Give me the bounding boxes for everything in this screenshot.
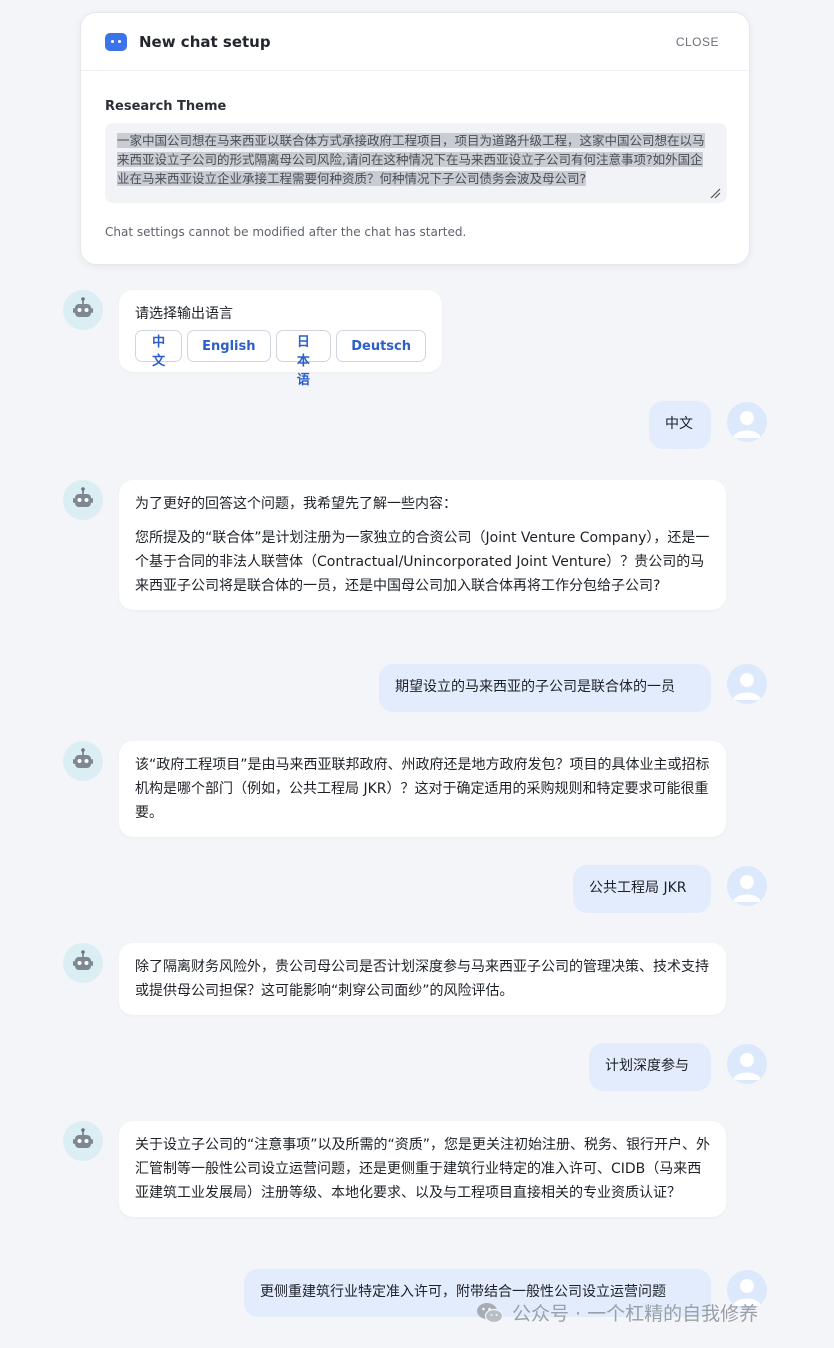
user-avatar: [727, 664, 767, 704]
language-option-english[interactable]: English: [187, 330, 271, 362]
user-message: 公共工程局 JKR: [573, 865, 711, 913]
wechat-icon: [477, 1302, 504, 1323]
setup-title-group: New chat setup: [105, 32, 271, 51]
bot-logo-icon: [105, 32, 127, 51]
bot-avatar: [63, 1121, 103, 1161]
user-avatar: [727, 1044, 767, 1084]
bot-message-qualifications: 关于设立子公司的“注意事项”以及所需的“资质”，您是更关注初始注册、税务、银行开…: [119, 1121, 726, 1217]
message-paragraph: 为了更好的回答这个问题，我希望先了解一些内容：: [135, 496, 457, 512]
robot-icon: [73, 950, 93, 970]
message-paragraph: 您所提及的“联合体”是计划注册为一家独立的合资公司（Joint Venture …: [135, 530, 710, 594]
robot-icon: [73, 1128, 93, 1148]
resize-handle-icon[interactable]: [709, 187, 721, 199]
bot-message-parent-involvement: 除了隔离财务风险外，贵公司母公司是否计划深度参与马来西亚子公司的管理决策、技术支…: [119, 943, 726, 1015]
research-theme-text: 一家中国公司想在马来西亚以联合体方式承接政府工程项目，项目为道路升级工程，这家中…: [117, 133, 705, 186]
bot-message-government: 该“政府工程项目”是由马来西亚联邦政府、州政府还是地方政府发包？项目的具体业主或…: [119, 741, 726, 837]
bot-message-language: 请选择输出语言 中文 English 日本语 Deutsch: [119, 290, 442, 388]
research-theme-textarea[interactable]: 一家中国公司想在马来西亚以联合体方式承接政府工程项目，项目为道路升级工程，这家中…: [105, 123, 727, 203]
research-theme-label: Research Theme: [105, 99, 227, 114]
user-icon: [733, 875, 761, 902]
close-button[interactable]: CLOSE: [676, 35, 719, 49]
setup-title: New chat setup: [139, 32, 271, 51]
bot-avatar: [63, 741, 103, 781]
language-prompt: 请选择输出语言: [135, 306, 233, 322]
robot-icon: [73, 297, 93, 317]
bot-avatar: [63, 943, 103, 983]
bot-avatar: [63, 290, 103, 330]
language-option-japanese[interactable]: 日本语: [275, 330, 332, 388]
user-icon: [733, 1053, 761, 1080]
robot-icon: [73, 487, 93, 507]
user-message: 计划深度参与: [589, 1043, 711, 1091]
bot-avatar: [63, 480, 103, 520]
robot-icon: [73, 748, 93, 768]
user-avatar: [727, 866, 767, 906]
watermark-text: 公众号 · 一个杠精的自我修养: [512, 1303, 759, 1325]
user-message: 中文: [649, 401, 711, 449]
setup-header: New chat setup CLOSE: [81, 13, 749, 71]
settings-locked-note: Chat settings cannot be modified after t…: [105, 225, 467, 239]
user-icon: [733, 411, 761, 438]
watermark: 公众号 · 一个杠精的自我修养: [476, 1299, 758, 1326]
language-option-german[interactable]: Deutsch: [336, 330, 426, 362]
language-option-chinese[interactable]: 中文: [135, 330, 183, 369]
user-icon: [733, 673, 761, 700]
bot-message-joint-venture: 为了更好的回答这个问题，我希望先了解一些内容： 您所提及的“联合体”是计划注册为…: [119, 480, 726, 610]
chat-setup-panel: New chat setup CLOSE Research Theme 一家中国…: [80, 12, 750, 265]
user-message: 期望设立的马来西亚的子公司是联合体的一员: [379, 664, 711, 712]
user-avatar: [727, 402, 767, 442]
language-options: 中文 English 日本语 Deutsch: [135, 330, 426, 388]
